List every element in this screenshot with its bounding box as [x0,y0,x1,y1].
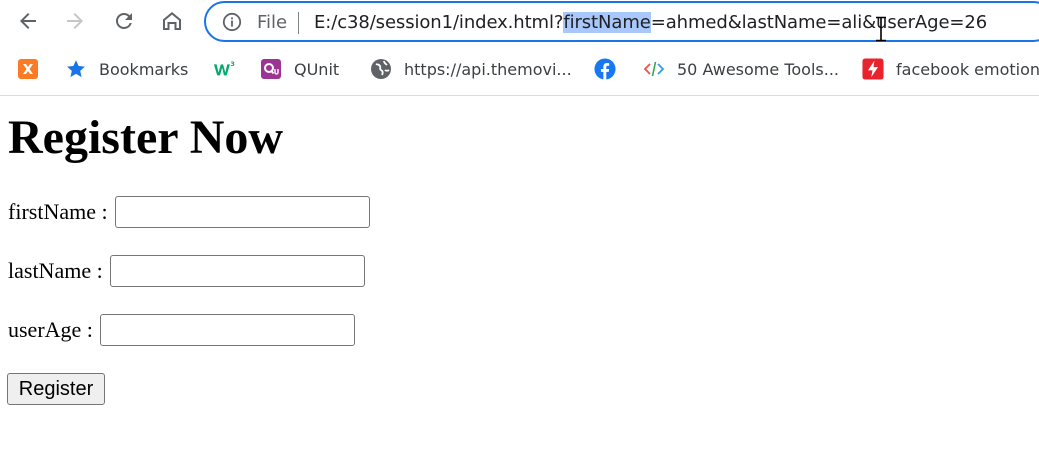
home-icon [163,12,181,30]
info-icon[interactable] [222,12,242,32]
xampp-icon [17,58,39,80]
last-name-input[interactable] [109,255,365,287]
page-title: Register Now [8,111,284,164]
forward-button[interactable] [60,6,90,36]
globe-icon [370,58,392,80]
reload-button[interactable] [109,6,139,36]
star-icon [65,58,87,80]
home-button[interactable] [157,6,187,36]
user-age-row: userAge : [8,314,355,346]
address-bar[interactable]: File E:/c38/session1/index.html?firstNam… [204,1,1039,42]
bookmark-bookmarks-label: Bookmarks [99,59,189,79]
url-selected-text: firstName [563,12,651,33]
bookmark-awesome-tools[interactable]: 50 Awesome Tools... [643,56,839,82]
user-age-label: userAge : [8,317,93,342]
last-name-label: lastName : [8,258,103,283]
url-text-end: =ahmed&lastName=ali&userAge=26 [650,12,988,33]
bookmark-awesome-tools-label: 50 Awesome Tools... [677,59,839,79]
url-text-start: E:/c38/session1/index.html? [314,12,564,33]
arrow-left-icon [20,13,36,29]
bookmark-w3schools[interactable]: 3 [213,56,235,82]
url-divider [298,12,299,34]
reload-icon [116,12,132,29]
first-name-row: firstName : [8,196,370,228]
first-name-label: firstName : [8,199,108,224]
bookmark-qunit[interactable]: QUnit [260,56,339,82]
url-scheme-label: File [257,12,288,33]
arrow-right-icon [67,13,83,29]
last-name-row: lastName : [8,255,365,287]
bookmark-facebook-emotion[interactable]: facebook emotion [862,56,1039,82]
page-content: Register Now firstName : lastName : user… [0,97,1039,450]
register-button[interactable]: Register [7,373,105,405]
first-name-input[interactable] [114,196,370,228]
bookmarks-bar: Bookmarks 3 QUnit https://api.themovi...… [0,44,1039,96]
lightning-icon [862,58,884,80]
bookmark-api-themovie-label: https://api.themovi... [404,59,572,79]
bookmark-facebook[interactable] [594,56,616,82]
bookmark-api-themovie[interactable]: https://api.themovi... [370,56,572,82]
w3schools-icon: 3 [213,58,235,80]
back-button[interactable] [13,6,43,36]
browser-toolbar: File E:/c38/session1/index.html?firstNam… [0,0,1039,44]
bookmark-qunit-label: QUnit [294,59,340,79]
facebook-icon [594,58,616,80]
bookmark-bookmarks[interactable]: Bookmarks [65,56,188,82]
qunit-icon [260,58,282,80]
text-cursor-icon [876,16,886,42]
bookmark-xampp[interactable] [17,56,39,82]
code-icon [643,58,665,80]
bookmark-facebook-emotion-label: facebook emotion [896,59,1039,79]
svg-text:3: 3 [230,60,234,68]
user-age-input[interactable] [99,314,355,346]
